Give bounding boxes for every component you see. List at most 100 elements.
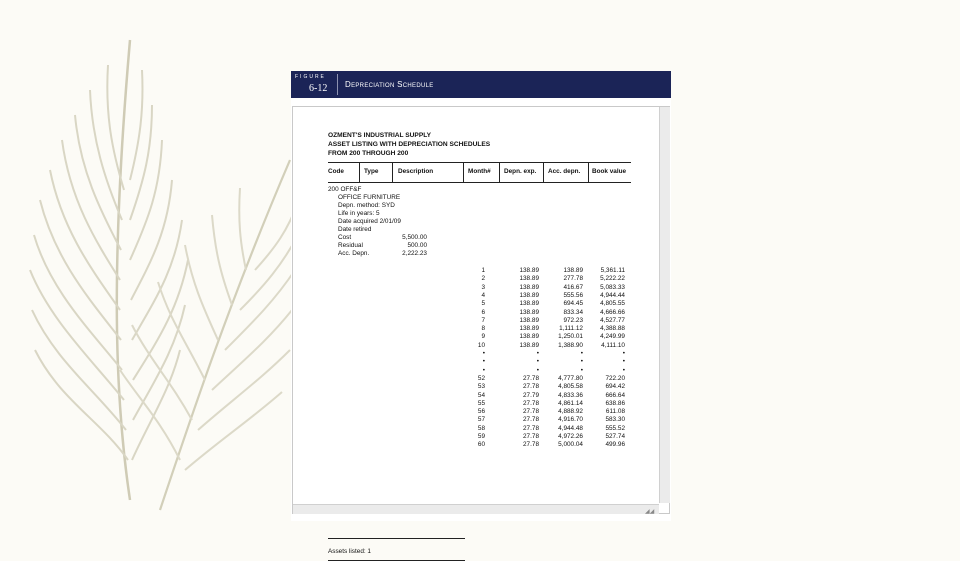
header-bottom-rule	[328, 182, 631, 183]
row-depn-exp: 138.89	[519, 333, 539, 341]
row-acc-depn: 4,972.26	[558, 433, 583, 440]
row-month: 5	[481, 300, 485, 308]
report-subtitle: ASSET LISTING WITH DEPRECIATION SCHEDULE…	[328, 141, 491, 148]
table-row: 60 27.78 5,000.04 499.96	[291, 441, 671, 449]
figure-title: Depreciation Schedule	[345, 80, 434, 89]
row-month: •	[482, 350, 485, 357]
row-book-value: 583.30	[605, 416, 625, 424]
column-description: Description	[398, 168, 434, 175]
row-book-value: 666.64	[605, 391, 625, 399]
table-row: 2 138.89 277.78 5,222.22	[291, 275, 671, 283]
row-acc-depn: •	[580, 358, 583, 366]
table-row: 58 27.78 4,944.48 555.52	[291, 425, 671, 433]
column-separator	[392, 162, 393, 182]
row-month: •	[482, 358, 485, 366]
row-book-value: 4,805.55	[600, 300, 625, 308]
row-depn-exp: •	[536, 350, 539, 357]
row-book-value: 5,083.33	[600, 283, 625, 291]
asset-method: Depn. method: SYD	[338, 202, 395, 209]
assets-listed: Assets listed: 1	[328, 548, 371, 555]
row-depn-exp: 27.78	[523, 399, 539, 407]
row-acc-depn: 4,944.48	[558, 424, 583, 432]
residual-label: Residual	[338, 242, 363, 249]
cost-value: 5,500.00	[402, 234, 427, 241]
row-depn-exp: 27.78	[523, 441, 539, 449]
row-book-value: 4,527.77	[600, 316, 625, 324]
row-book-value: 611.08	[605, 408, 625, 416]
table-row: 6 138.89 833.34 4,666.66	[291, 309, 671, 317]
row-book-value: 694.42	[605, 383, 625, 391]
row-book-value: 5,222.22	[600, 275, 625, 283]
row-acc-depn: 4,861.14	[558, 399, 583, 407]
column-separator	[359, 162, 360, 182]
column-separator	[543, 162, 544, 182]
table-row: 5 138.89 694.45 4,805.55	[291, 300, 671, 308]
column-code: Code	[328, 168, 344, 175]
row-month: 8	[481, 325, 485, 333]
row-depn-exp: 138.89	[519, 275, 539, 283]
row-depn-exp: 138.89	[519, 308, 539, 316]
row-month: 58	[477, 424, 485, 432]
row-book-value: •	[622, 366, 625, 374]
row-book-value: 722.20	[605, 374, 625, 382]
resize-grip-icon[interactable]: ◢◢	[645, 508, 654, 515]
row-depn-exp: 138.89	[519, 291, 539, 299]
column-month: Month#	[468, 168, 491, 175]
table-row: • • • •	[291, 367, 671, 375]
table-row: • • • •	[291, 350, 671, 358]
row-book-value: 5,361.11	[600, 267, 625, 274]
row-book-value: 527.74	[605, 433, 625, 440]
report-document: OZMENT'S INDUSTRIAL SUPPLY ASSET LISTING…	[291, 122, 671, 561]
table-row: 1 138.89 138.89 5,361.11	[291, 267, 671, 275]
table-row: 56 27.78 4,888.92 611.08	[291, 408, 671, 416]
company-name: OZMENT'S INDUSTRIAL SUPPLY	[328, 132, 432, 139]
table-row: 4 138.89 555.56 4,944.44	[291, 292, 671, 300]
acc-depn-value: 2,222.23	[402, 250, 427, 257]
row-depn-exp: •	[536, 366, 539, 374]
row-month: 59	[477, 433, 485, 440]
row-acc-depn: 4,888.92	[558, 408, 583, 416]
row-acc-depn: 1,250.01	[558, 333, 583, 341]
feather-right	[119, 159, 299, 511]
row-book-value: 4,944.44	[600, 291, 625, 299]
row-month: 54	[477, 391, 485, 399]
table-row: 52 27.78 4,777.80 722.20	[291, 375, 671, 383]
row-acc-depn: 694.45	[563, 300, 583, 308]
row-acc-depn: 138.89	[563, 267, 583, 274]
figure-number: 6-12	[309, 83, 328, 94]
row-depn-exp: 27.78	[523, 408, 539, 416]
row-depn-exp: 138.89	[519, 283, 539, 291]
table-row: 9 138.89 1,250.01 4,249.99	[291, 333, 671, 341]
row-acc-depn: 5,000.04	[558, 441, 583, 449]
row-book-value: 555.52	[605, 424, 625, 432]
row-depn-exp: 27.78	[523, 424, 539, 432]
row-month: 55	[477, 399, 485, 407]
row-acc-depn: 416.67	[563, 283, 583, 291]
figure-panel: FIGURE 6-12 Depreciation Schedule ◢◢ OZM…	[291, 71, 671, 561]
row-depn-exp: 27.78	[523, 383, 539, 391]
table-row: 7 138.89 972.23 4,527.77	[291, 317, 671, 325]
asset-life: Life in years: 5	[338, 210, 380, 217]
figure-label: FIGURE	[295, 74, 326, 80]
cost-label: Cost	[338, 234, 352, 241]
row-acc-depn: •	[580, 350, 583, 357]
row-month: 60	[477, 441, 485, 449]
row-month: 7	[481, 316, 485, 324]
table-row: 57 27.78 4,916.70 583.30	[291, 416, 671, 424]
row-depn-exp: 138.89	[519, 300, 539, 308]
column-acc-depn: Acc. depn.	[548, 168, 581, 175]
row-acc-depn: 4,777.80	[558, 374, 583, 382]
row-book-value: •	[622, 358, 625, 366]
row-depn-exp: 27.79	[523, 391, 539, 399]
row-book-value: 638.86	[605, 399, 625, 407]
row-depn-exp: 138.89	[519, 341, 539, 349]
row-depn-exp: 138.89	[519, 316, 539, 324]
figure-header: FIGURE 6-12 Depreciation Schedule	[291, 71, 671, 98]
horizontal-scrollbar[interactable]	[293, 504, 659, 514]
report-range: FROM 200 THROUGH 200	[328, 150, 409, 157]
row-acc-depn: 833.34	[563, 308, 583, 316]
row-acc-depn: 1,111.12	[559, 325, 583, 333]
asset-code-type: 200 OFF&F	[328, 186, 362, 193]
row-book-value: •	[622, 350, 625, 357]
row-month: 53	[477, 383, 485, 391]
